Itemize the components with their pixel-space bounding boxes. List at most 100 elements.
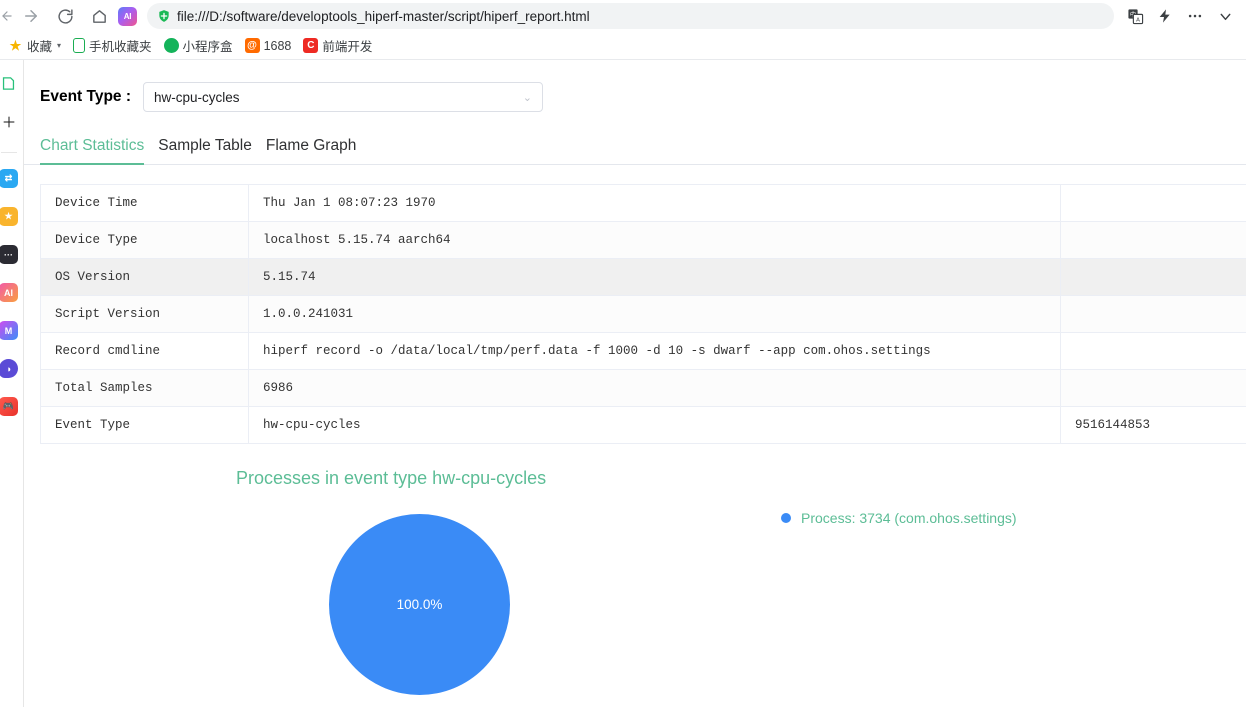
translate-app-icon[interactable]: ⇄ [0,169,18,188]
table-row: OS Version 5.15.74 [40,258,1246,296]
table-cell-value: Thu Jan 1 08:07:23 1970 [248,184,1061,222]
bookmark-label: 小程序盒 [182,40,233,54]
navigation-buttons [0,1,116,31]
toolbar-right-icons: 中 A [1114,1,1240,31]
ai-media-icon[interactable]: M [0,321,18,340]
plus-icon[interactable] [0,112,18,131]
home-icon [92,9,106,23]
tab-bar: Chart Statistics Sample Table Flame Grap… [24,132,1246,165]
chart-legend: Process: 3734 (com.ohos.settings) [781,510,1017,526]
ai-assistant-icon[interactable]: AI [118,6,137,26]
table-cell-extra [1060,332,1246,370]
bookmark-label: 前端开发 [322,40,373,54]
chart-title: Processes in event type hw-cpu-cycles [236,468,547,488]
ai-bubble-icon[interactable]: ◑ [0,359,18,378]
table-cell-value: 5.15.74 [248,258,1061,296]
table-cell-key: Record cmdline [40,332,249,370]
ai-badge-label: AI [123,11,132,21]
table-cell-value: localhost 5.15.74 aarch64 [248,221,1061,259]
bookmark-label: 收藏 [27,40,53,54]
table-cell-extra [1060,295,1246,333]
chat-app-icon[interactable]: ··· [0,245,18,264]
table-row: Device Time Thu Jan 1 08:07:23 1970 [40,184,1246,222]
phone-icon [73,38,86,53]
event-type-selected-value: hw-cpu-cycles [154,89,240,105]
table-cell-extra [1060,221,1246,259]
svg-text:A: A [1136,17,1140,23]
forward-arrow-icon [25,10,37,22]
forward-button[interactable] [14,1,48,31]
bookmark-label: 手机收藏夹 [89,40,152,54]
game-controller-icon[interactable]: 🎮 [0,397,18,416]
table-cell-extra: 9516144853 [1060,406,1246,444]
tab-flame-graph[interactable]: Flame Graph [266,137,356,164]
legend-item-label[interactable]: Process: 3734 (com.ohos.settings) [801,510,1017,526]
bookmark-favorites[interactable]: ★ 收藏 ▾ [2,35,67,57]
table-cell-value: hw-cpu-cycles [248,406,1061,444]
process-pie-chart: Processes in event type hw-cpu-cycles 10… [24,460,1246,707]
reload-button[interactable] [48,1,82,31]
table-row: Script Version 1.0.0.241031 [40,295,1246,333]
chevron-down-icon: ⌄ [522,91,533,104]
event-type-row: Event Type : hw-cpu-cycles ⌄ [24,60,1246,112]
bookmarks-bar: ★ 收藏 ▾ 手机收藏夹 小程序盒 @ 1688 C 前端开发 [0,32,1246,60]
pie-slice-label: 100.0% [396,597,443,612]
more-menu-button[interactable] [1180,1,1210,31]
table-row: Event Type hw-cpu-cycles 9516144853 [40,406,1246,444]
page-body: ⇄ ★ ··· AI M ◑ 🎮 Event Type : hw-cpu-cyc… [0,60,1246,707]
tab-label: Sample Table [158,137,252,154]
tab-label: Chart Statistics [40,137,145,154]
rail-divider [0,152,17,153]
bookmark-mobile-folder[interactable]: 手机收藏夹 [67,35,158,57]
chevron-down-icon [1220,13,1230,20]
table-cell-value: hiperf record -o /data/local/tmp/perf.da… [248,332,1061,370]
lightning-glyph-icon [1159,9,1170,23]
tab-sample-table[interactable]: Sample Table [158,137,252,164]
report-content: Event Type : hw-cpu-cycles ⌄ Chart Stati… [24,60,1246,707]
ai-sparkle-icon[interactable]: AI [0,283,18,302]
home-button[interactable] [82,1,116,31]
table-row: Device Type localhost 5.15.74 aarch64 [40,221,1246,259]
alibaba-icon: @ [244,38,260,53]
table-cell-key: OS Version [40,258,249,296]
back-arrow-icon [2,11,12,21]
table-row: Record cmdline hiperf record -o /data/lo… [40,332,1246,370]
bookmark-1688[interactable]: @ 1688 [239,35,298,57]
bookmark-mini-program[interactable]: 小程序盒 [158,35,239,57]
bookmark-label: 1688 [263,38,292,53]
extension-side-rail: ⇄ ★ ··· AI M ◑ 🎮 [0,60,24,707]
browser-toolbar: AI file:///D:/software/developtools_hipe… [0,0,1246,32]
table-cell-value: 1.0.0.241031 [248,295,1061,333]
table-cell-key: Total Samples [40,369,249,407]
ellipsis-icon [1188,14,1202,18]
mini-program-icon [163,38,179,53]
table-cell-key: Script Version [40,295,249,333]
translate-icon[interactable]: 中 A [1120,1,1150,31]
lightning-icon[interactable] [1150,1,1180,31]
star-icon: ★ [9,37,22,53]
back-button[interactable] [0,1,14,31]
url-text: file:///D:/software/developtools_hiperf-… [177,8,590,24]
table-row: Total Samples 6986 [40,369,1246,407]
address-bar[interactable]: file:///D:/software/developtools_hiperf-… [147,3,1114,29]
translate-glyph-icon: 中 A [1127,8,1143,24]
bookmark-frontend-dev[interactable]: C 前端开发 [297,35,378,57]
collapse-toolbar-button[interactable] [1210,1,1240,31]
table-cell-extra [1060,369,1246,407]
star-app-icon[interactable]: ★ [0,207,18,226]
report-info-table: Device Time Thu Jan 1 08:07:23 1970 Devi… [40,184,1246,444]
event-type-select[interactable]: hw-cpu-cycles ⌄ [143,82,544,112]
table-cell-extra [1060,258,1246,296]
table-cell-key: Event Type [40,406,249,444]
c-icon: C [303,38,319,53]
tab-chart-statistics[interactable]: Chart Statistics [40,137,145,165]
legend-marker-icon [781,513,791,523]
pie-slice-process-3734[interactable]: 100.0% [329,514,510,695]
table-cell-value: 6986 [248,369,1061,407]
table-cell-key: Device Type [40,221,249,259]
bookmark-outline-icon[interactable] [0,74,18,93]
table-cell-key: Device Time [40,184,249,222]
reload-icon [57,8,73,24]
table-cell-extra [1060,184,1246,222]
chevron-down-icon[interactable]: ▾ [57,41,61,50]
